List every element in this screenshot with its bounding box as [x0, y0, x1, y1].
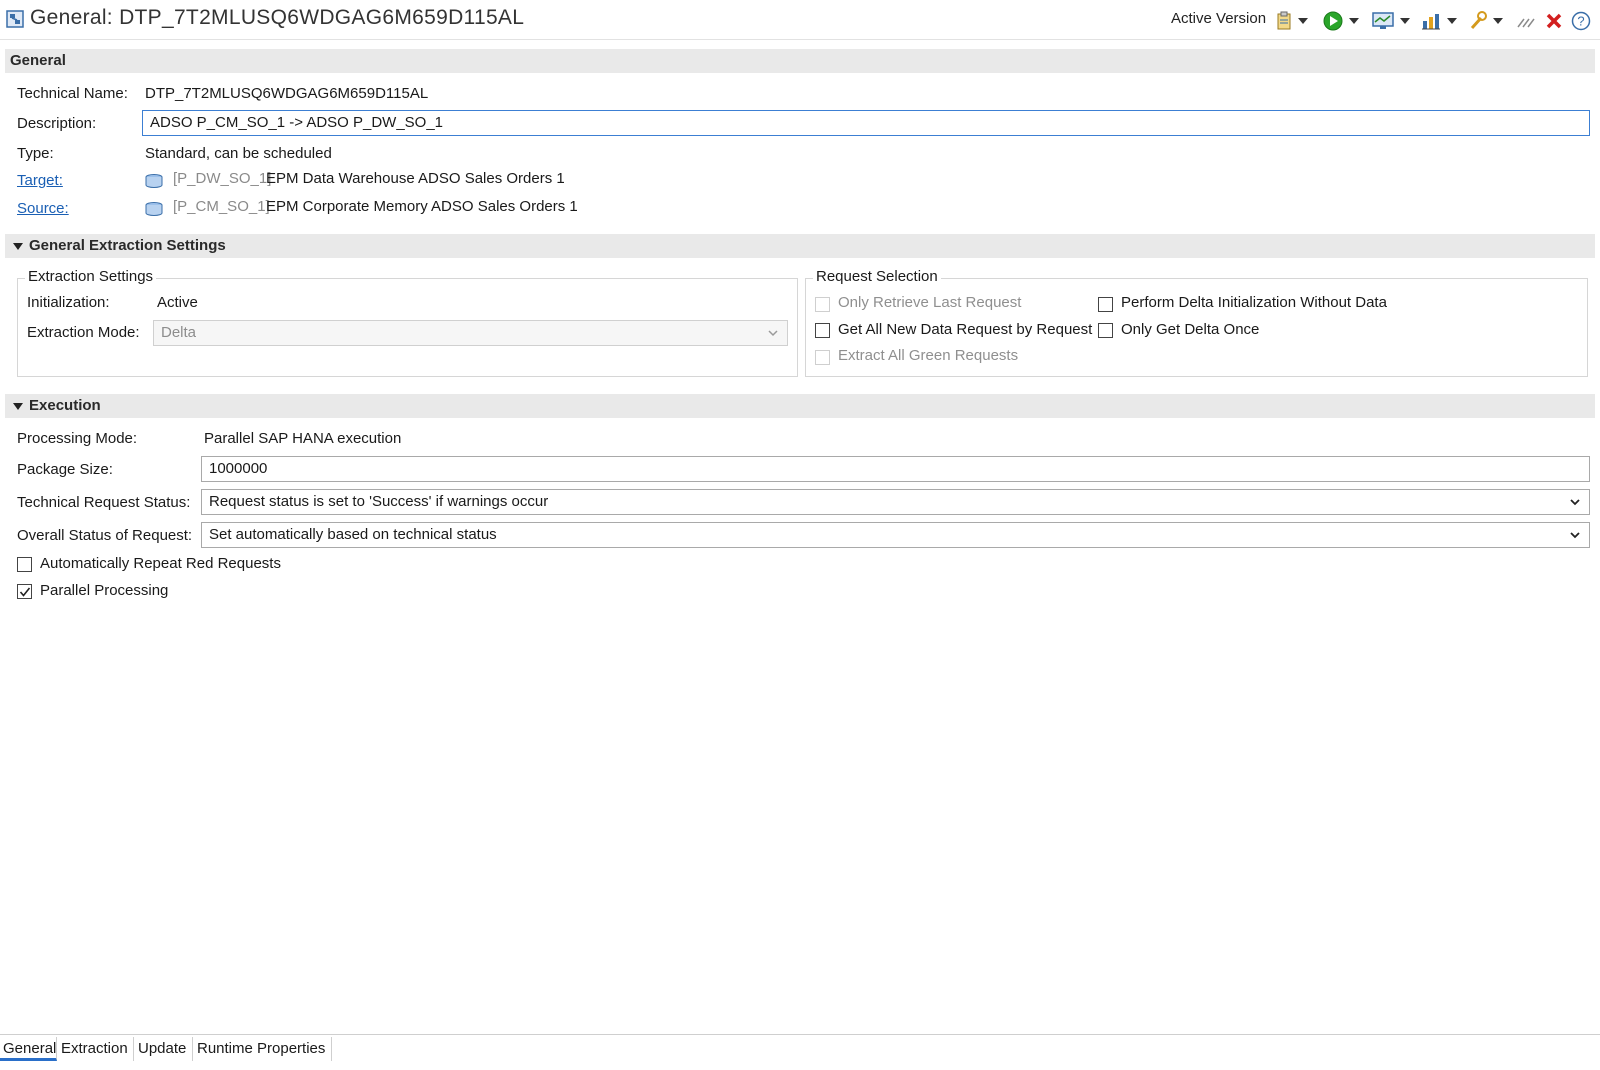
tab-runtime-properties[interactable]: Runtime Properties — [194, 1037, 332, 1061]
technical-request-status-label: Technical Request Status: — [17, 494, 191, 511]
type-value: Standard, can be scheduled — [145, 145, 332, 162]
execution-section-header[interactable]: Execution — [5, 394, 1595, 418]
target-link[interactable]: Target: — [17, 172, 63, 189]
help-button[interactable]: ? — [1571, 11, 1591, 31]
delta-init-without-data-label: Perform Delta Initialization Without Dat… — [1121, 294, 1387, 311]
extract-all-green-checkbox[interactable] — [815, 350, 830, 365]
monitor-icon — [1372, 12, 1394, 29]
chevron-down-icon — [1570, 532, 1580, 539]
only-get-delta-once-label: Only Get Delta Once — [1121, 321, 1260, 338]
package-size-input[interactable]: 1000000 — [201, 456, 1590, 482]
parallel-processing-checkbox[interactable] — [17, 584, 32, 599]
parallel-processing-label: Parallel Processing — [40, 582, 169, 599]
chart-button[interactable] — [1421, 11, 1457, 31]
general-section-title: General — [10, 52, 66, 69]
chevron-down-icon — [1400, 18, 1410, 24]
extraction-mode-value: Delta — [161, 324, 197, 341]
extraction-mode-select[interactable]: Delta — [153, 320, 788, 346]
svg-text:?: ? — [1577, 14, 1584, 29]
extraction-section-title: General Extraction Settings — [29, 237, 226, 254]
chevron-down-icon — [768, 330, 778, 337]
editor-title: General: DTP_7T2MLUSQ6WDGAG6M659D115AL — [30, 6, 525, 29]
type-label: Type: — [17, 145, 54, 162]
technical-request-status-value: Request status is set to 'Success' if wa… — [209, 493, 549, 510]
get-all-new-data-label: Get All New Data Request by Request — [838, 321, 1093, 338]
extract-all-green-label: Extract All Green Requests — [838, 347, 1019, 364]
technical-request-status-select[interactable]: Request status is set to 'Success' if wa… — [201, 489, 1590, 515]
technical-name-value: DTP_7T2MLUSQ6WDGAG6M659D115AL — [145, 85, 429, 102]
extraction-mode-label: Extraction Mode: — [27, 324, 140, 341]
clipboard-icon — [1277, 11, 1291, 30]
help-icon: ? — [1571, 11, 1591, 31]
source-code: [P_CM_SO_1] — [173, 198, 270, 215]
active-version-label: Active Version — [1171, 10, 1267, 27]
tools-button[interactable] — [1469, 11, 1503, 31]
source-link[interactable]: Source: — [17, 200, 69, 217]
only-retrieve-last-label: Only Retrieve Last Request — [838, 294, 1022, 311]
overall-status-label: Overall Status of Request: — [17, 527, 193, 544]
tab-general[interactable]: General — [0, 1037, 57, 1061]
chevron-down-icon — [1349, 18, 1359, 24]
extraction-settings-title: Extraction Settings — [25, 268, 157, 285]
processing-mode-label: Processing Mode: — [17, 430, 138, 447]
execution-section-title: Execution — [29, 397, 101, 414]
collapse-triangle-icon — [13, 403, 23, 410]
initialization-label: Initialization: — [27, 294, 110, 311]
description-input[interactable]: ADSO P_CM_SO_1 -> ADSO P_DW_SO_1 — [142, 110, 1590, 136]
source-name: EPM Corporate Memory ADSO Sales Orders 1 — [266, 198, 578, 215]
overall-status-value: Set automatically based on technical sta… — [209, 526, 497, 543]
checkmark-icon — [19, 587, 31, 597]
only-get-delta-once-checkbox[interactable] — [1098, 323, 1113, 338]
chevron-down-icon — [1493, 18, 1503, 24]
editor-header: General: DTP_7T2MLUSQ6WDGAG6M659D115AL A… — [0, 0, 1600, 40]
collapse-triangle-icon — [13, 243, 23, 250]
chevron-down-icon — [1570, 499, 1580, 506]
slashes-button[interactable] — [1516, 11, 1536, 31]
processing-mode-value: Parallel SAP HANA execution — [204, 430, 402, 447]
auto-repeat-red-checkbox[interactable] — [17, 557, 32, 572]
dtp-editor-icon — [6, 10, 24, 28]
delete-icon — [1546, 13, 1562, 29]
description-label: Description: — [17, 115, 97, 132]
auto-repeat-red-label: Automatically Repeat Red Requests — [40, 555, 281, 572]
delete-button[interactable] — [1545, 11, 1563, 31]
tab-update[interactable]: Update — [135, 1037, 193, 1061]
wrench-icon — [1470, 11, 1487, 30]
activate-run-button[interactable] — [1323, 11, 1359, 31]
package-size-label: Package Size: — [17, 461, 113, 478]
slashes-icon — [1517, 18, 1535, 28]
target-name: EPM Data Warehouse ADSO Sales Orders 1 — [266, 170, 565, 187]
chart-icon — [1422, 14, 1440, 30]
chevron-down-icon — [1447, 18, 1457, 24]
adso-icon — [145, 202, 163, 216]
editor-tab-bar: General Extraction Update Runtime Proper… — [0, 1034, 1600, 1062]
general-section-header: General — [5, 49, 1595, 73]
initialization-value: Active — [157, 294, 198, 311]
overall-status-select[interactable]: Set automatically based on technical sta… — [201, 522, 1590, 548]
clipboard-dropdown-button[interactable] — [1276, 11, 1308, 31]
adso-icon — [145, 174, 163, 188]
extraction-section-header[interactable]: General Extraction Settings — [5, 234, 1595, 258]
request-selection-title: Request Selection — [813, 268, 941, 285]
target-code: [P_DW_SO_1] — [173, 170, 272, 187]
monitor-button[interactable] — [1372, 11, 1410, 31]
get-all-new-data-checkbox[interactable] — [815, 323, 830, 338]
delta-init-without-data-checkbox[interactable] — [1098, 297, 1113, 312]
activate-run-icon — [1323, 11, 1343, 31]
chevron-down-icon — [1298, 18, 1308, 24]
technical-name-label: Technical Name: — [17, 85, 128, 102]
only-retrieve-last-checkbox[interactable] — [815, 297, 830, 312]
tab-extraction[interactable]: Extraction — [58, 1037, 134, 1061]
